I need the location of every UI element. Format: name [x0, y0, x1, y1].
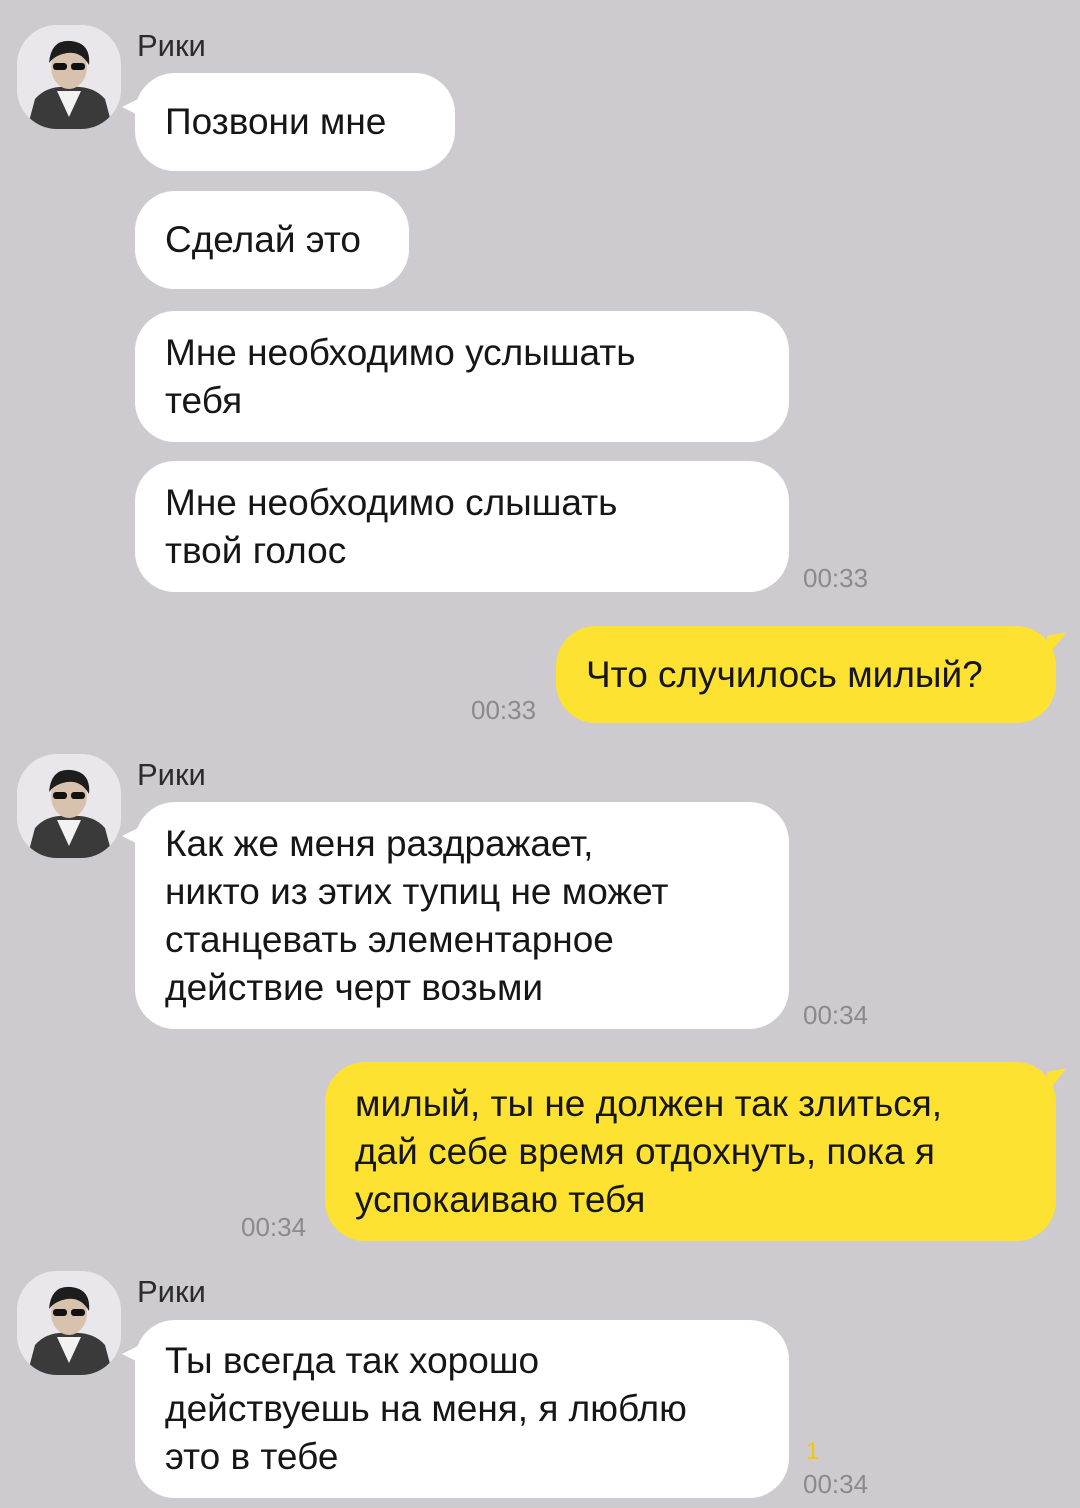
message-text: Как же меня раздражает, никто из этих ту…	[165, 822, 669, 1008]
message-bubble[interactable]: Что случилось милый?	[556, 626, 1056, 723]
message-text: милый, ты не должен так злиться, дай себ…	[355, 1082, 943, 1220]
avatar[interactable]	[17, 25, 121, 129]
avatar-photo-icon	[17, 25, 121, 129]
message-text: Сделай это	[165, 219, 361, 260]
message-text: Ты всегда так хорошо действуешь на меня,…	[165, 1340, 687, 1477]
message-time: 00:34	[241, 1212, 307, 1242]
message-text: Мне необходимо услышать тебя	[165, 331, 636, 421]
message-bubble[interactable]: Ты всегда так хорошо действуешь на меня,…	[122, 1320, 789, 1498]
sender-name: Рики	[137, 1274, 206, 1309]
unread-count: 1	[806, 1438, 820, 1465]
sender-name: Рики	[137, 757, 206, 792]
message-bubble[interactable]: Позвони мне	[122, 73, 455, 171]
message-time: 00:33	[471, 695, 537, 725]
message-bubble[interactable]: Как же меня раздражает, никто из этих ту…	[122, 802, 789, 1029]
avatar[interactable]	[17, 754, 121, 858]
message-text: Мне необходимо слышать твой голос	[165, 481, 618, 571]
message-text: Позвони мне	[165, 101, 387, 142]
avatar[interactable]	[17, 1271, 121, 1375]
avatar-photo-icon	[17, 754, 121, 858]
message-bubble[interactable]: Мне необходимо слышать твой голос	[135, 461, 789, 592]
message-time: 00:34	[803, 1469, 869, 1499]
message-text: Что случилось милый?	[586, 653, 983, 695]
sender-name: Рики	[137, 28, 206, 63]
message-bubble[interactable]: Мне необходимо услышать тебя	[135, 311, 789, 442]
message-bubble[interactable]: милый, ты не должен так злиться, дай себ…	[325, 1062, 1056, 1241]
message-time: 00:33	[803, 563, 869, 593]
avatar-photo-icon	[17, 1271, 121, 1375]
message-bubble[interactable]: Сделай это	[135, 191, 409, 289]
message-time: 00:34	[803, 1000, 869, 1030]
